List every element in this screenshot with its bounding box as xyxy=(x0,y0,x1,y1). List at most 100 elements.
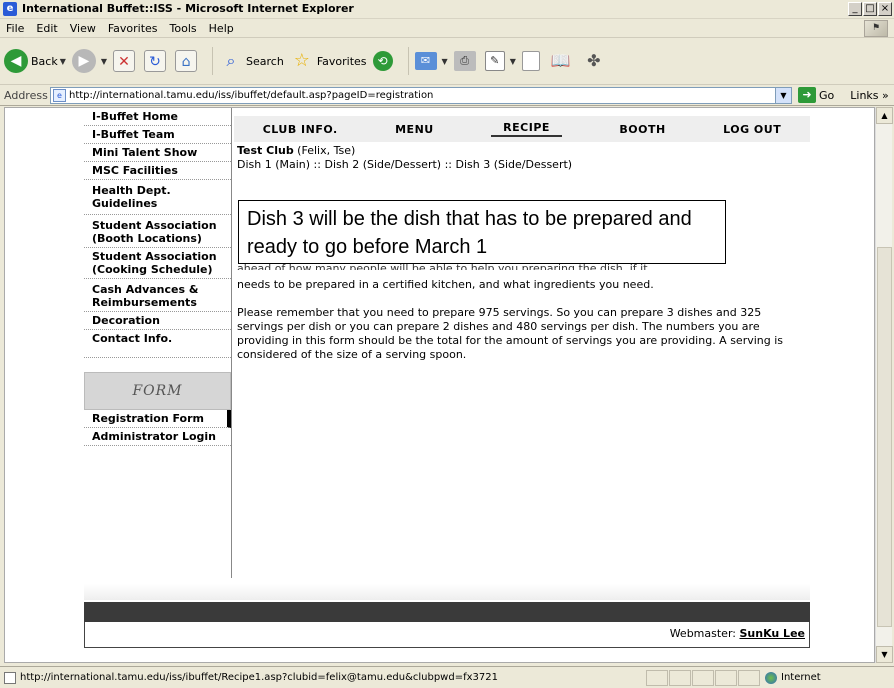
menu-favorites[interactable]: Favorites xyxy=(108,22,158,35)
page-viewport: I-Buffet Home I-Buffet Team Mini Talent … xyxy=(4,107,875,663)
go-button[interactable]: ➜ Go xyxy=(798,87,834,103)
toolbar-separator xyxy=(407,47,409,75)
history-button[interactable]: ⟲ xyxy=(372,51,396,71)
webmaster-link[interactable]: SunKu Lee xyxy=(739,627,805,640)
status-cell xyxy=(646,669,668,686)
status-cell xyxy=(738,669,760,686)
refresh-button[interactable]: ↻ xyxy=(144,50,169,72)
status-cell xyxy=(669,669,691,686)
research-icon: 📖 xyxy=(550,51,571,70)
sidebar-item-booth-locations[interactable]: Student Association (Booth Locations) xyxy=(84,215,231,248)
nav-club-info[interactable]: CLUB INFO. xyxy=(263,123,338,136)
chevron-down-icon[interactable]: ▼ xyxy=(775,87,791,103)
nav-booth[interactable]: BOOTH xyxy=(619,123,665,136)
nav-recipe[interactable]: RECIPE xyxy=(491,121,562,137)
stop-icon: ✕ xyxy=(113,50,136,72)
sidebar-item-msc-facilities[interactable]: MSC Facilities xyxy=(84,162,231,180)
footer: Webmaster: SunKu Lee xyxy=(84,622,810,648)
form-section-header: FORM xyxy=(84,372,231,410)
chevron-down-icon[interactable]: ▼ xyxy=(510,57,516,66)
minimize-button[interactable]: _ xyxy=(848,2,862,16)
dish-links[interactable]: Dish 1 (Main) :: Dish 2 (Side/Dessert) :… xyxy=(237,158,797,172)
mail-icon: ✉ xyxy=(414,52,437,70)
messenger-button[interactable]: ✤ xyxy=(582,49,609,73)
chevron-down-icon[interactable]: ▼ xyxy=(101,57,107,66)
search-button[interactable]: ⌕ Search xyxy=(219,49,284,73)
menu-tools[interactable]: Tools xyxy=(170,22,197,35)
windows-logo-icon: ⚑ xyxy=(864,20,888,37)
address-input[interactable]: e http://international.tamu.edu/iss/ibuf… xyxy=(50,86,792,104)
sidebar-item-registration-form[interactable]: Registration Form xyxy=(84,410,231,428)
refresh-icon: ↻ xyxy=(144,50,167,72)
sidebar-item-cooking-schedule[interactable]: Student Association (Cooking Schedule) xyxy=(84,248,231,279)
globe-icon xyxy=(765,671,777,684)
sidebar-item-contact-info[interactable]: Contact Info. xyxy=(84,330,231,358)
status-cell xyxy=(692,669,714,686)
print-button[interactable]: ⎙ xyxy=(453,51,479,71)
edit-page-icon: ✎ xyxy=(484,51,505,71)
links-button[interactable]: Links » xyxy=(850,89,888,102)
discuss-button[interactable] xyxy=(521,51,543,71)
back-arrow-icon: ◀ xyxy=(4,49,28,73)
address-label: Address xyxy=(4,88,48,102)
chevron-down-icon[interactable]: ▼ xyxy=(442,57,448,66)
forward-button[interactable]: ▶ ▼ xyxy=(71,49,107,73)
research-button[interactable]: 📖 xyxy=(549,49,576,73)
back-button[interactable]: ◀ Back ▼ xyxy=(4,49,66,73)
menu-edit[interactable]: Edit xyxy=(36,22,57,35)
home-button[interactable]: ⌂ xyxy=(175,50,200,72)
club-contact: (Felix, Tse) xyxy=(293,144,356,157)
title-bar: e International Buffet::ISS - Microsoft … xyxy=(0,0,894,19)
bottom-dark-bar xyxy=(84,602,810,622)
sidebar-item-ibuffet-team[interactable]: I-Buffet Team xyxy=(84,126,231,144)
bottom-gradient-bar xyxy=(84,584,810,600)
page-status-icon xyxy=(4,671,16,684)
close-button[interactable]: × xyxy=(878,2,892,16)
status-text: http://international.tamu.edu/iss/ibuffe… xyxy=(20,672,498,683)
web-page: I-Buffet Home I-Buffet Team Mini Talent … xyxy=(84,108,810,648)
scroll-up-icon[interactable]: ▲ xyxy=(876,107,893,124)
search-label: Search xyxy=(246,54,284,68)
go-arrow-icon: ➜ xyxy=(798,87,816,103)
club-name: Test Club xyxy=(237,144,294,157)
stop-button[interactable]: ✕ xyxy=(113,50,138,72)
window-title: International Buffet::ISS - Microsoft In… xyxy=(22,2,354,15)
chevron-down-icon[interactable]: ▼ xyxy=(60,57,66,66)
annotation-callout: Dish 3 will be the dish that has to be p… xyxy=(238,200,726,264)
favorites-label: Favorites xyxy=(316,54,367,68)
go-label: Go xyxy=(819,88,835,102)
security-zone: Internet xyxy=(765,671,821,684)
sidebar-item-health-dept[interactable]: Health Dept. Guidelines xyxy=(84,180,231,215)
page-icon: e xyxy=(53,88,66,102)
ie-icon: e xyxy=(3,2,17,16)
sidebar-item-decoration[interactable]: Decoration xyxy=(84,312,231,330)
nav-log-out[interactable]: LOG OUT xyxy=(723,123,781,136)
sidebar-item-ibuffet-home[interactable]: I-Buffet Home xyxy=(84,108,231,126)
mail-button[interactable]: ✉ ▼ xyxy=(414,52,448,70)
nav-menu[interactable]: MENU xyxy=(395,123,434,136)
blank-page-icon xyxy=(521,51,540,71)
toolbar: ◀ Back ▼ ▶ ▼ ✕ ↻ ⌂ ⌕ Search ☆ Favorites … xyxy=(0,38,894,85)
maximize-button[interactable]: □ xyxy=(863,2,877,16)
edit-button[interactable]: ✎ ▼ xyxy=(484,51,516,71)
scroll-down-icon[interactable]: ▼ xyxy=(876,646,893,663)
sidebar-item-mini-talent-show[interactable]: Mini Talent Show xyxy=(84,144,231,162)
back-label: Back xyxy=(31,54,58,68)
webmaster-label: Webmaster: xyxy=(669,627,740,640)
sidebar-item-cash-advances[interactable]: Cash Advances & Reimbursements xyxy=(84,279,231,312)
menu-help[interactable]: Help xyxy=(209,22,234,35)
status-bar: http://international.tamu.edu/iss/ibuffe… xyxy=(0,666,894,688)
vertical-scrollbar[interactable]: ▲ ▼ xyxy=(875,107,893,663)
favorites-button[interactable]: ☆ Favorites xyxy=(290,49,367,73)
club-line: Test Club (Felix, Tse) xyxy=(237,144,797,158)
sidebar: I-Buffet Home I-Buffet Team Mini Talent … xyxy=(84,108,232,578)
home-icon: ⌂ xyxy=(175,50,198,72)
menu-view[interactable]: View xyxy=(70,22,96,35)
zone-label: Internet xyxy=(781,672,821,683)
scroll-thumb[interactable] xyxy=(877,247,892,627)
status-cell xyxy=(715,669,737,686)
menu-file[interactable]: File xyxy=(6,22,24,35)
instructions-para-1: needs to be prepared in a certified kitc… xyxy=(237,278,654,291)
history-icon: ⟲ xyxy=(372,51,393,71)
sidebar-item-administrator-login[interactable]: Administrator Login xyxy=(84,428,231,446)
